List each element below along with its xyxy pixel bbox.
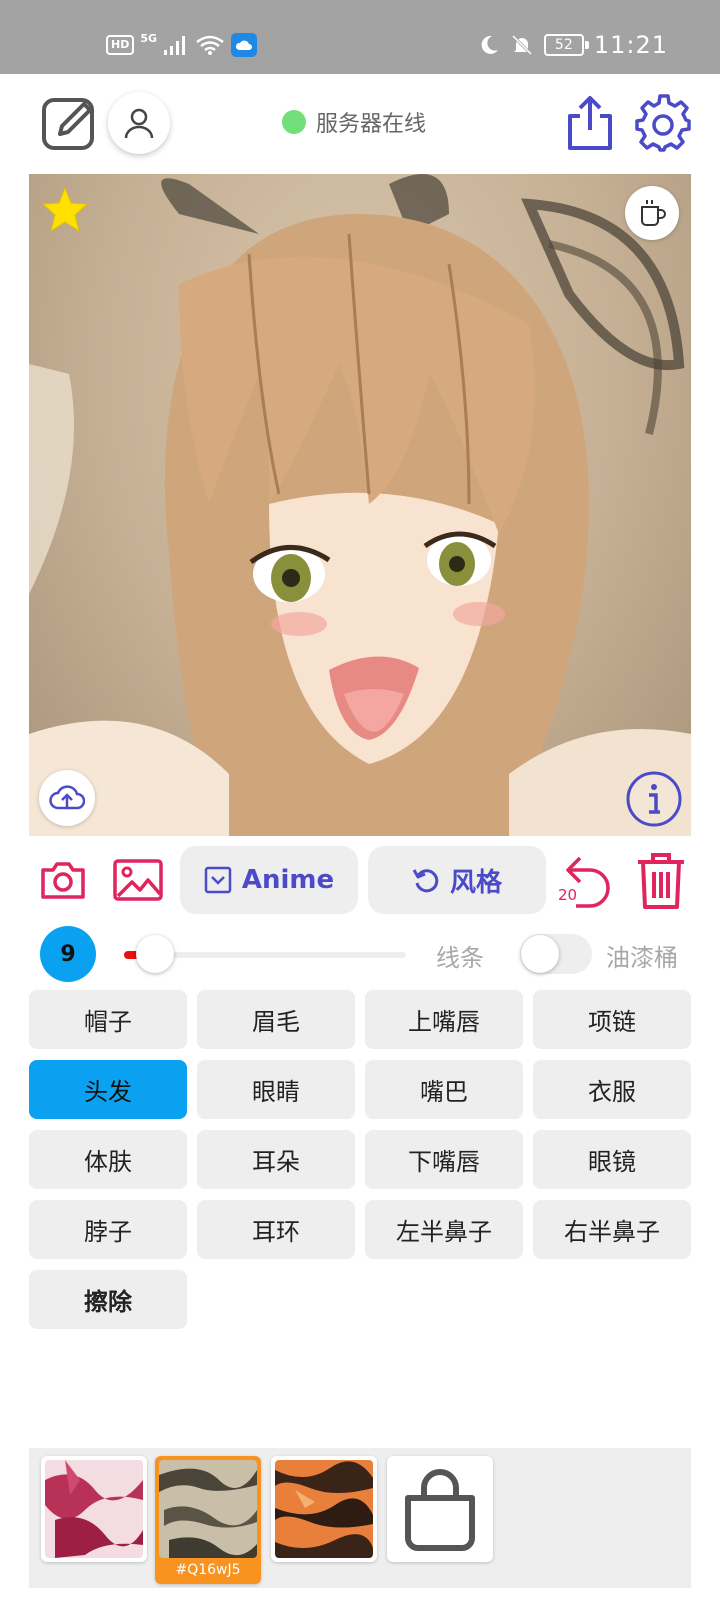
undo-count: 20 (558, 886, 578, 904)
edit-icon[interactable] (40, 94, 98, 152)
camo-texture-thumbnail (159, 1460, 257, 1558)
part-button[interactable]: 耳朵 (197, 1130, 355, 1189)
server-status: 服务器在线 (282, 106, 426, 138)
trash-icon[interactable] (636, 850, 686, 910)
part-button[interactable]: 上嘴唇 (365, 990, 523, 1049)
part-button[interactable]: 脖子 (29, 1200, 187, 1259)
part-button[interactable]: 帽子 (29, 990, 187, 1049)
status-left: HD 5G (106, 30, 258, 60)
user-icon (124, 108, 154, 139)
anime-portrait-image (29, 174, 691, 836)
part-button[interactable]: 嘴巴 (365, 1060, 523, 1119)
cloud-upload-button[interactable] (39, 770, 95, 826)
battery-indicator: 52 (543, 34, 589, 56)
camera-icon[interactable] (40, 860, 86, 900)
settings-gear-icon[interactable] (634, 94, 692, 152)
part-button[interactable]: 衣服 (533, 1060, 691, 1119)
anime-mode-label: Anime (241, 865, 335, 895)
info-icon[interactable] (625, 770, 683, 828)
drawing-canvas[interactable] (29, 174, 691, 836)
favorite-star-icon[interactable] (41, 186, 89, 234)
part-button[interactable]: 左半鼻子 (365, 1200, 523, 1259)
online-indicator-dot (282, 110, 306, 134)
status-right: 52 11:21 (478, 28, 668, 62)
texture-shop-button[interactable] (387, 1456, 493, 1562)
texture-swatch-pink[interactable] (41, 1456, 147, 1562)
hd-badge: HD (106, 35, 135, 55)
toggle-knob (521, 935, 559, 973)
paint-bucket-toggle[interactable] (520, 934, 592, 974)
clock: 11:21 (593, 31, 668, 59)
cloud-upload-icon (49, 785, 85, 810)
texture-swatch-tiger[interactable] (271, 1456, 377, 1562)
part-button[interactable]: 项链 (533, 990, 691, 1049)
part-button[interactable]: 眼睛 (197, 1060, 355, 1119)
texture-swatch-selected[interactable]: #Q16wJ5 (155, 1456, 261, 1584)
coffee-cup-button[interactable] (625, 186, 679, 240)
tiger-texture-thumbnail (275, 1460, 373, 1558)
anime-mode-button[interactable]: Anime (180, 846, 358, 914)
share-icon[interactable] (564, 94, 616, 152)
network-type: 5G (140, 32, 158, 45)
coffee-cup-icon (641, 200, 666, 226)
wifi-icon (196, 35, 224, 55)
user-profile-button[interactable] (108, 92, 170, 154)
part-button[interactable]: 头发 (29, 1060, 187, 1119)
part-button[interactable]: 眼镜 (533, 1130, 691, 1189)
part-button[interactable]: 耳环 (197, 1200, 355, 1259)
part-button[interactable]: 右半鼻子 (533, 1200, 691, 1259)
app-header: 服务器在线 (0, 74, 720, 174)
gallery-image-icon[interactable] (112, 858, 164, 902)
part-button[interactable]: 下嘴唇 (365, 1130, 523, 1189)
signal-icon (164, 36, 186, 55)
rotate-icon (412, 869, 439, 893)
mute-bell-icon (511, 34, 532, 56)
brush-size-badge: 9 (40, 926, 96, 982)
server-status-text: 服务器在线 (316, 112, 427, 137)
paint-bucket-label: 油漆桶 (606, 944, 678, 972)
part-button[interactable]: 擦除 (29, 1270, 187, 1329)
line-mode-label: 线条 (436, 944, 484, 972)
action-toolbar: Anime 风格 20 (0, 840, 720, 920)
part-selector-grid: 帽子 眉毛 上嘴唇 项链头发 眼睛 嘴巴 衣服体肤 耳朵 下嘴唇 眼镜脖子 耳环 左半鼻子 右半鼻子擦除 (29, 990, 691, 1329)
moon-icon (481, 35, 498, 54)
dropdown-box-icon (204, 866, 232, 894)
brush-controls: 9 线条 油漆桶 (0, 920, 720, 986)
part-button[interactable]: 体肤 (29, 1130, 187, 1189)
weather-app-icon (231, 33, 258, 57)
part-button[interactable]: 眉毛 (197, 990, 355, 1049)
texture-bar: #Q16wJ5 (29, 1448, 691, 1588)
status-bar: HD 5G 52 11:21 (0, 0, 720, 74)
style-label: 风格 (449, 867, 502, 898)
texture-code: #Q16wJ5 (175, 1562, 241, 1578)
shopping-bag-icon (405, 1469, 475, 1551)
style-button[interactable]: 风格 (368, 846, 546, 914)
pink-texture-thumbnail (45, 1460, 143, 1558)
brush-size-slider-thumb[interactable] (135, 935, 174, 973)
